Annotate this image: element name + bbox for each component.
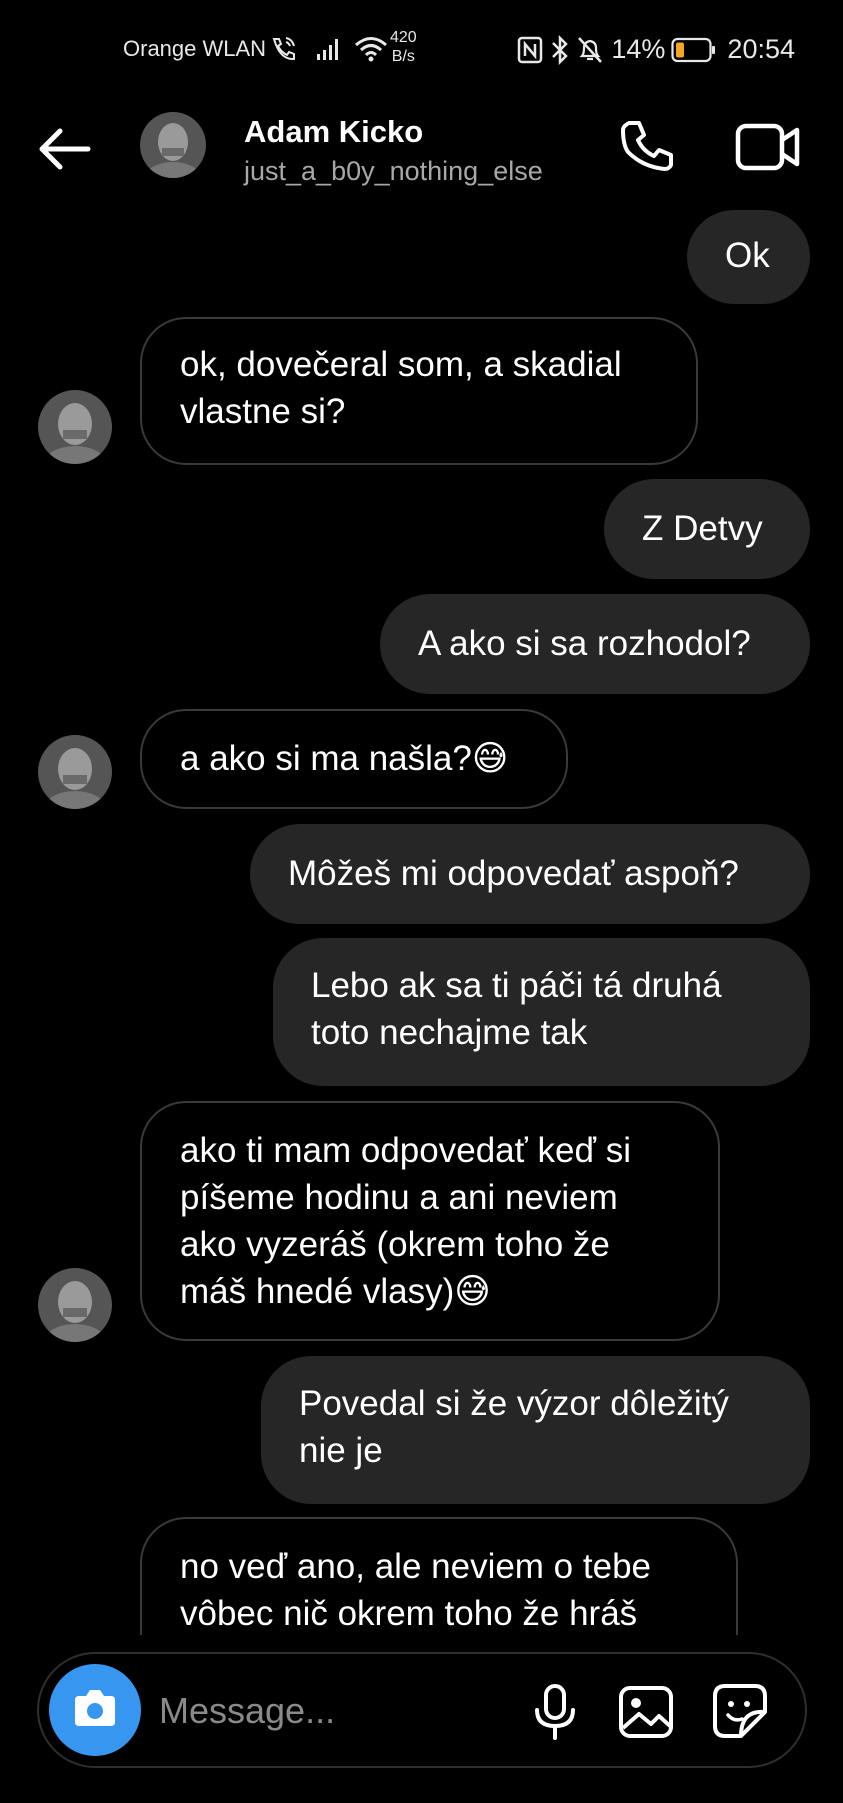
battery-percent: 14% (611, 34, 666, 64)
contact-name[interactable]: Adam Kicko (244, 114, 423, 150)
message-text: Môžeš mi odpovedať aspoň? (288, 854, 739, 893)
sender-avatar[interactable] (38, 390, 112, 464)
message-text: Z Detvy (642, 509, 763, 548)
gallery-button[interactable] (617, 1684, 675, 1740)
message-text: toto nechajme tak (311, 1013, 588, 1052)
message-text: ako ti mam odpovedať keď si (180, 1131, 631, 1170)
wifi-icon (354, 36, 388, 62)
message-text: nie je (299, 1431, 383, 1470)
sender-avatar[interactable] (38, 1268, 112, 1342)
sender-avatar[interactable] (38, 735, 112, 809)
video-icon (735, 123, 800, 171)
back-button[interactable] (34, 124, 94, 174)
chat-header: Adam Kicko just_a_b0y_nothing_else (0, 100, 843, 210)
message-text: máš hnedé vlasy)😅 (180, 1272, 491, 1311)
sticker-icon (713, 1684, 767, 1738)
message-text: píšeme hodinu a ani neviem (180, 1178, 618, 1217)
microphone-icon (535, 1684, 575, 1740)
speed-value: 420 (390, 29, 417, 46)
mute-icon (577, 36, 603, 64)
avatar[interactable] (140, 112, 206, 178)
contact-username[interactable]: just_a_b0y_nothing_else (244, 156, 543, 187)
audio-call-button[interactable] (620, 118, 676, 174)
bluetooth-icon (551, 34, 569, 65)
message-bubble[interactable]: Povedal si že výzor dôležitý nie je (261, 1356, 810, 1504)
sticker-button[interactable] (711, 1682, 769, 1740)
message-text: Ok (725, 236, 770, 275)
message-text: no veď ano, ale neviem o tebe (180, 1547, 651, 1586)
message-list[interactable]: Ok ok, dovečeral som, a skadial vlastne … (0, 210, 843, 1635)
speed-unit: B/s (391, 48, 415, 65)
gallery-icon (619, 1686, 673, 1738)
message-text: vôbec nič okrem toho že hráš (180, 1594, 638, 1633)
message-bubble[interactable]: no veď ano, ale neviem o tebe vôbec nič … (140, 1517, 738, 1635)
camera-button[interactable] (49, 1664, 141, 1756)
clock: 20:54 (727, 34, 795, 64)
message-bubble[interactable]: ok, dovečeral som, a skadial vlastne si? (140, 317, 698, 465)
back-arrow-icon (39, 128, 91, 170)
message-text: ok, dovečeral som, a skadial (180, 345, 622, 384)
message-input[interactable] (157, 1684, 491, 1738)
message-text: vlastne si? (180, 392, 346, 431)
video-call-button[interactable] (735, 120, 801, 174)
voice-message-button[interactable] (527, 1682, 583, 1742)
message-bubble[interactable]: Z Detvy (604, 479, 810, 579)
message-bubble[interactable]: Lebo ak sa ti páči tá druhá toto nechajm… (273, 938, 810, 1086)
message-composer (37, 1652, 807, 1768)
message-bubble[interactable]: a ako si ma našla?😅 (140, 709, 568, 809)
status-right: 14% 20:54 (517, 34, 795, 65)
message-bubble[interactable]: Ok (687, 210, 810, 304)
nfc-icon (517, 36, 543, 64)
status-left: Orange WLAN (123, 36, 388, 62)
message-text: ako vyzeráš (okrem toho že (180, 1225, 610, 1264)
message-bubble[interactable]: Môžeš mi odpovedať aspoň? (250, 824, 810, 924)
carrier-label: Orange WLAN (123, 36, 267, 61)
phone-icon (621, 121, 673, 171)
message-bubble[interactable]: ako ti mam odpovedať keď si píšeme hodin… (140, 1101, 720, 1341)
camera-icon (75, 1690, 115, 1726)
wifi-calling-icon (270, 36, 298, 62)
battery-icon (671, 37, 717, 63)
message-text: A ako si sa rozhodol? (418, 624, 751, 663)
message-text: Povedal si že výzor dôležitý (299, 1384, 729, 1423)
signal-icon (316, 37, 342, 61)
message-bubble[interactable]: A ako si sa rozhodol? (380, 594, 810, 694)
message-text: Lebo ak sa ti páči tá druhá (311, 966, 722, 1005)
network-speed: 420 B/s (390, 28, 417, 66)
message-text: a ako si ma našla?😅 (180, 739, 509, 778)
status-bar: Orange WLAN 420 B/s 14% 20:54 (0, 0, 843, 100)
